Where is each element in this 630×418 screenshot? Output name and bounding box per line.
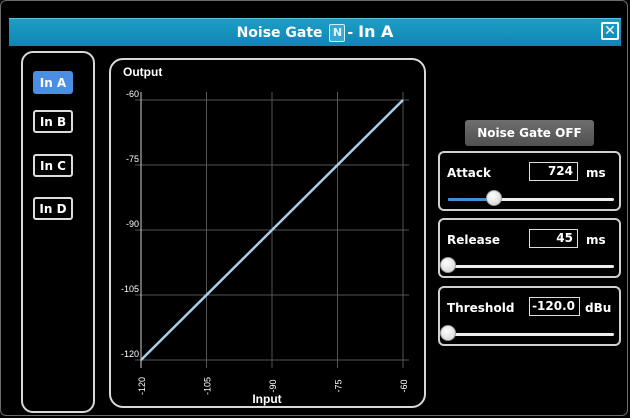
- x-tick-label: -90: [268, 379, 278, 392]
- x-tick-label: -75: [334, 379, 344, 392]
- x-tick-label: -105: [203, 377, 213, 395]
- attack-slider-thumb[interactable]: [486, 190, 503, 206]
- attack-slider-track[interactable]: [448, 198, 614, 201]
- noise-gate-toggle-button[interactable]: Noise Gate OFF: [465, 120, 594, 146]
- input-button-label: In A: [39, 75, 67, 90]
- y-tick-label: -75: [126, 154, 139, 164]
- threshold-slider-track[interactable]: [448, 333, 614, 336]
- y-tick-label: -60: [126, 89, 139, 99]
- title-text: Noise Gate: [236, 25, 323, 41]
- y-tick-label: -90: [126, 219, 139, 229]
- close-icon: ✕: [604, 23, 616, 39]
- y-axis-label: Output: [123, 65, 162, 79]
- attack-unit: ms: [586, 166, 606, 180]
- release-slider-track[interactable]: [448, 265, 614, 268]
- input-button-label: In D: [39, 201, 67, 216]
- window-title: Noise Gate N- In A: [9, 22, 621, 42]
- release-label: Release: [447, 233, 501, 247]
- threshold-slider-thumb[interactable]: [440, 325, 456, 341]
- attack-control: Attack 724 ms: [438, 151, 621, 211]
- noise-gate-window: Noise Gate N- In A ✕ In A In B In C In D…: [0, 0, 628, 416]
- attack-value-field[interactable]: 724: [529, 162, 578, 181]
- x-tick-label: -120: [137, 377, 147, 395]
- input-button-d[interactable]: In D: [33, 197, 73, 220]
- x-axis-label: Input: [252, 392, 281, 406]
- close-button[interactable]: ✕: [601, 22, 619, 40]
- input-button-a[interactable]: In A: [33, 71, 73, 94]
- threshold-label: Threshold: [447, 301, 515, 315]
- title-separator: -: [347, 25, 354, 41]
- input-button-c[interactable]: In C: [33, 154, 73, 177]
- attack-label: Attack: [447, 166, 491, 180]
- x-tick-label: -60: [399, 379, 409, 392]
- input-button-b[interactable]: In B: [33, 110, 73, 133]
- transfer-curve-graph: Output Input -60 -75 -90 -105 -120 -120 -105 -…: [109, 58, 426, 408]
- release-slider-thumb[interactable]: [440, 257, 456, 273]
- release-value-field[interactable]: 45: [529, 229, 578, 248]
- threshold-unit: dBu: [585, 301, 612, 315]
- title-bar: Noise Gate N- In A ✕: [9, 18, 621, 46]
- threshold-control: Threshold -120.0 dBu: [438, 286, 621, 346]
- y-tick-label: -105: [121, 284, 139, 294]
- y-tick-label: -120: [121, 349, 139, 359]
- transfer-curve-svg: Output Input -60 -75 -90 -105 -120 -120 -105 -…: [121, 65, 409, 406]
- noise-gate-badge: N: [329, 24, 346, 42]
- title-channel: In A: [358, 22, 394, 41]
- release-control: Release 45 ms: [438, 218, 621, 278]
- input-button-label: In C: [40, 158, 66, 173]
- input-button-label: In B: [39, 114, 67, 129]
- input-selector-panel: In A In B In C In D: [21, 51, 95, 413]
- threshold-value-field[interactable]: -120.0: [529, 297, 580, 316]
- release-unit: ms: [586, 233, 606, 247]
